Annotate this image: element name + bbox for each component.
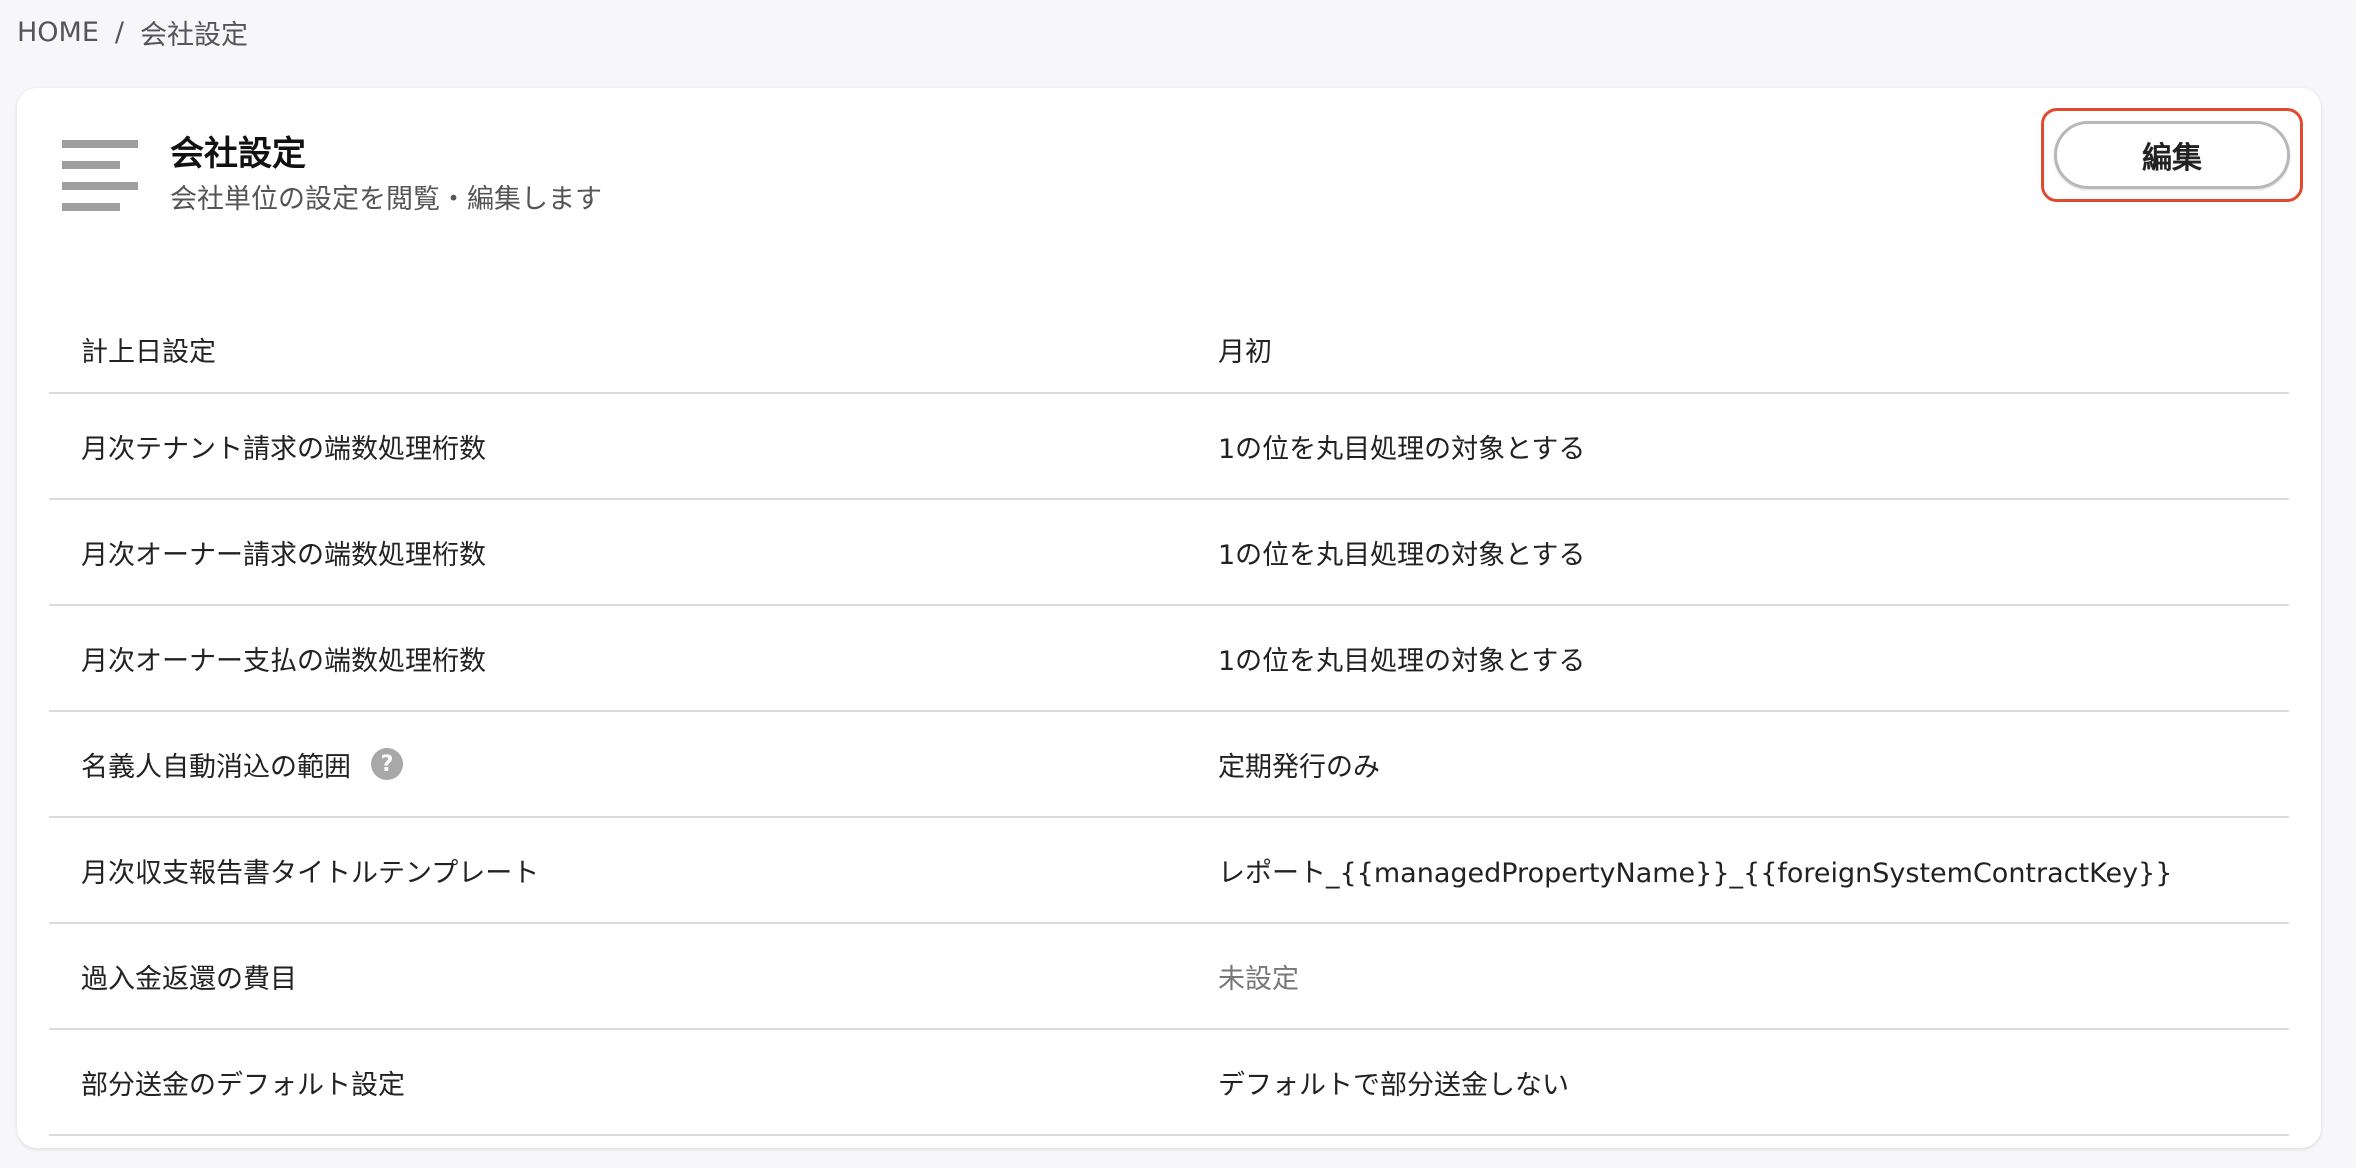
setting-value: 月初 — [1218, 336, 1272, 368]
settings-row-partial-remittance-default: 部分送金のデフォルト設定 デフォルトで部分送金しない — [49, 1030, 2289, 1136]
settings-row-tenant-rounding: 月次テナント請求の端数処理桁数 1の位を丸目処理の対象とする — [49, 394, 2289, 500]
edit-button-highlight: 編集 — [2041, 108, 2303, 202]
breadcrumb-home-link[interactable]: HOME — [17, 17, 99, 48]
settings-row-owner-payment-rounding: 月次オーナー支払の端数処理桁数 1の位を丸目処理の対象とする — [49, 606, 2289, 712]
setting-label: 部分送金のデフォルト設定 — [81, 1069, 405, 1101]
settings-row-recording-date: 計上日設定 月初 — [49, 306, 2289, 394]
setting-value: レポート_{{managedPropertyName}}_{{foreignSy… — [1218, 857, 2173, 889]
setting-label: 月次オーナー請求の端数処理桁数 — [81, 539, 486, 571]
setting-value: 1の位を丸目処理の対象とする — [1218, 433, 1586, 465]
settings-row-owner-billing-rounding: 月次オーナー請求の端数処理桁数 1の位を丸目処理の対象とする — [49, 500, 2289, 606]
card-header: 会社設定 会社単位の設定を閲覧・編集します 編集 — [17, 88, 2321, 268]
setting-label-text: 名義人自動消込の範囲 — [81, 751, 351, 783]
setting-value: 1の位を丸目処理の対象とする — [1218, 645, 1586, 677]
page-title: 会社設定 — [170, 134, 306, 174]
breadcrumb-current: 会社設定 — [140, 19, 249, 51]
breadcrumb: HOME / 会社設定 — [17, 12, 248, 52]
setting-value-unset: 未設定 — [1218, 963, 1299, 995]
settings-table: 計上日設定 月初 月次テナント請求の端数処理桁数 1の位を丸目処理の対象とする … — [49, 317, 2289, 1136]
settings-row-overpayment-refund-item: 過入金返還の費目 未設定 — [49, 924, 2289, 1030]
setting-value: 1の位を丸目処理の対象とする — [1218, 539, 1586, 571]
setting-label: 月次テナント請求の端数処理桁数 — [81, 433, 486, 465]
help-question-icon[interactable]: ? — [371, 748, 403, 780]
company-settings-card: 会社設定 会社単位の設定を閲覧・編集します 編集 計上日設定 月初 月次テナント… — [17, 88, 2321, 1148]
setting-label: 月次オーナー支払の端数処理桁数 — [81, 645, 486, 677]
settings-row-auto-reconcile-scope: 名義人自動消込の範囲 ? 定期発行のみ — [49, 712, 2289, 818]
edit-button[interactable]: 編集 — [2054, 121, 2290, 189]
breadcrumb-separator: / — [114, 16, 125, 48]
setting-label: 過入金返還の費目 — [81, 963, 297, 995]
title-block: 会社設定 会社単位の設定を閲覧・編集します — [170, 132, 602, 220]
page-subtitle: 会社単位の設定を閲覧・編集します — [170, 184, 602, 215]
setting-label: 月次収支報告書タイトルテンプレート — [81, 857, 540, 889]
settings-row-report-title-template: 月次収支報告書タイトルテンプレート レポート_{{managedProperty… — [49, 818, 2289, 924]
setting-label: 計上日設定 — [81, 336, 216, 368]
setting-value: デフォルトで部分送金しない — [1218, 1069, 1569, 1101]
list-lines-icon — [62, 140, 138, 212]
setting-value: 定期発行のみ — [1218, 751, 1380, 783]
setting-label-with-help: 名義人自動消込の範囲 ? — [81, 745, 403, 784]
